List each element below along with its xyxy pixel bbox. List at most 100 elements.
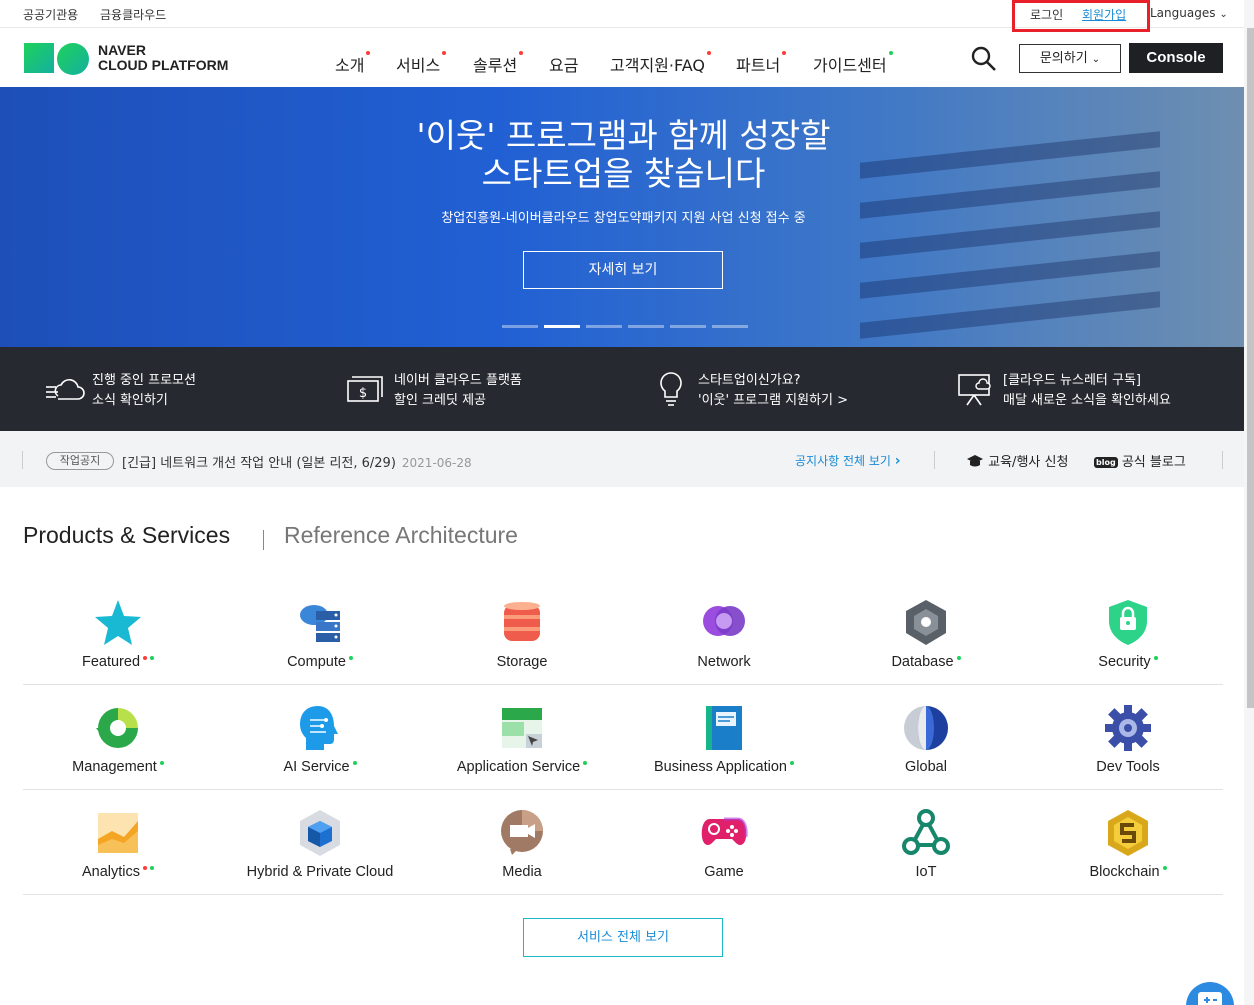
education-event-label: 교육/행사 신청 (988, 455, 1069, 470)
product-business-application[interactable]: Business Application (624, 704, 824, 804)
notice-bar: 작업공지 [긴급] 네트워크 개선 작업 안내 (일본 리전, 6/29) 202… (0, 431, 1247, 487)
notice-view-all-label: 공지사항 전체 보기 (795, 454, 891, 468)
product-label: IoT (915, 864, 937, 880)
languages-label: Languages (1150, 6, 1216, 20)
slide-indicator-6[interactable] (712, 325, 748, 328)
presentation-icon (958, 374, 991, 406)
nav-solutions[interactable]: 솔루션 (473, 51, 524, 76)
product-management[interactable]: Management (18, 704, 218, 804)
product-featured[interactable]: Featured (18, 599, 218, 699)
product-storage[interactable]: Storage (422, 599, 622, 699)
nav-support-label: 고객지원·FAQ (610, 56, 705, 75)
security-shield-icon (1109, 600, 1147, 645)
console-button[interactable]: Console (1129, 43, 1223, 73)
product-application-service[interactable]: Application Service (422, 704, 622, 804)
chevron-down-icon: ⌄ (1091, 54, 1101, 65)
product-label: Analytics (18, 864, 218, 880)
product-label: Storage (496, 654, 548, 670)
product-iot[interactable]: IoT (826, 809, 1026, 909)
scrollbar-thumb[interactable] (1247, 28, 1254, 708)
promo-line1: 스타트업이신가요? (698, 373, 801, 388)
product-compute[interactable]: Compute (220, 599, 420, 699)
product-media[interactable]: Media (422, 809, 622, 909)
logo-circle-icon (57, 43, 89, 75)
product-game[interactable]: Game (624, 809, 824, 909)
media-camera-icon (501, 810, 543, 855)
slide-indicator-1[interactable] (502, 325, 538, 328)
notice-date: 2021-06-28 (401, 456, 472, 470)
management-cycle-icon (96, 708, 138, 748)
product-analytics[interactable]: Analytics (18, 809, 218, 909)
product-security[interactable]: Security (1028, 599, 1228, 699)
hero-banner[interactable]: '이웃' 프로그램과 함께 성장할 스타트업을 찾습니다 창업진흥원-네이버클라… (0, 87, 1247, 347)
product-label: Network (697, 654, 751, 670)
new-dot (366, 51, 371, 55)
nav-pricing[interactable]: 요금 (549, 52, 578, 76)
product-label: Blockchain (1028, 864, 1228, 880)
promo-bar: 진행 중인 프로모션 소식 확인하기 $ 네이버 클라우드 플랫폼 할인 크레딧 제… (0, 347, 1247, 431)
analytics-chart-icon (98, 813, 138, 853)
product-blockchain[interactable]: Blockchain (1028, 809, 1228, 909)
chevron-right-icon: › (894, 453, 901, 469)
nav-intro[interactable]: 소개 (335, 51, 371, 76)
product-ai-service[interactable]: AI Service (220, 704, 420, 804)
logo-text-naver: NAVER (98, 42, 146, 58)
languages-dropdown[interactable]: Languages ⌄ (1150, 6, 1228, 20)
promo-line1: [클라우드 뉴스레터 구독] (1003, 373, 1142, 388)
product-label: Business Application (624, 759, 824, 775)
product-label: Media (502, 864, 542, 880)
chat-bot-button[interactable] (1186, 982, 1234, 1005)
new-dot (442, 51, 447, 55)
hero-detail-button[interactable]: 자세히 보기 (523, 251, 723, 289)
divider (22, 451, 23, 469)
view-all-services-button[interactable]: 서비스 전체 보기 (523, 918, 723, 957)
product-label: Game (704, 864, 744, 880)
product-global[interactable]: Global (826, 704, 1026, 804)
business-book-icon (706, 706, 742, 750)
nav-services[interactable]: 서비스 (396, 51, 447, 76)
main-header: NAVER CLOUD PLATFORM 소개 서비스 솔루션 요금 고객지원·… (0, 29, 1244, 87)
signup-link[interactable]: 회원가입 (1082, 6, 1126, 23)
storage-cylinder-icon (504, 602, 540, 641)
tab-products-services[interactable]: Products & Services (23, 522, 230, 549)
new-dot (706, 51, 711, 55)
blog-badge-icon: blog (1094, 457, 1118, 468)
nav-support-faq[interactable]: 고객지원·FAQ (610, 51, 711, 76)
notice-headline[interactable]: [긴급] 네트워크 개선 작업 안내 (일본 리전, 6/29) 2021-06-… (122, 452, 472, 471)
hero-photo-stripe (860, 251, 1160, 299)
slide-indicator-3[interactable] (586, 325, 622, 328)
product-network[interactable]: Network (624, 599, 824, 699)
nav-guide-center[interactable]: 가이드센터 (813, 51, 893, 76)
product-hybrid-private-cloud[interactable]: Hybrid & Private Cloud (220, 809, 420, 909)
product-label: Management (18, 759, 218, 775)
nav-solutions-label: 솔루션 (473, 56, 518, 75)
notice-view-all-link[interactable]: 공지사항 전체 보기 › (795, 452, 901, 469)
search-icon[interactable] (970, 45, 998, 73)
graduation-cap-icon (967, 455, 983, 467)
inquiry-label: 문의하기 (1039, 51, 1088, 66)
nav-services-label: 서비스 (396, 56, 441, 75)
nav-partner-label: 파트너 (736, 56, 781, 75)
new-dot (519, 51, 524, 55)
slide-indicator-5[interactable] (670, 325, 706, 328)
slide-indicator-2[interactable] (544, 325, 580, 328)
product-dev-tools[interactable]: Dev Tools (1028, 704, 1228, 804)
official-blog-link[interactable]: blog 공식 블로그 (1094, 451, 1186, 470)
divider (934, 451, 935, 469)
product-label: AI Service (220, 759, 420, 775)
finance-cloud-link[interactable]: 금융클라우드 (100, 6, 166, 23)
login-link[interactable]: 로그인 (1030, 6, 1063, 23)
new-dot (782, 51, 787, 55)
inquiry-button[interactable]: 문의하기 ⌄ (1019, 44, 1121, 73)
tab-reference-architecture[interactable]: Reference Architecture (284, 522, 518, 549)
product-database[interactable]: Database (826, 599, 1026, 699)
promo-line2: 소식 확인하기 (92, 393, 168, 408)
nav-partner[interactable]: 파트너 (736, 51, 787, 76)
product-label: Global (905, 759, 947, 775)
education-event-link[interactable]: 교육/행사 신청 (966, 451, 1068, 470)
hero-subtitle: 창업진흥원-네이버클라우드 창업도약패키지 지원 사업 신청 접수 중 (441, 211, 806, 226)
public-sector-link[interactable]: 공공기관용 (23, 6, 78, 23)
new-dot (888, 51, 893, 55)
chevron-down-icon: ⌄ (1219, 9, 1228, 20)
slide-indicator-4[interactable] (628, 325, 664, 328)
